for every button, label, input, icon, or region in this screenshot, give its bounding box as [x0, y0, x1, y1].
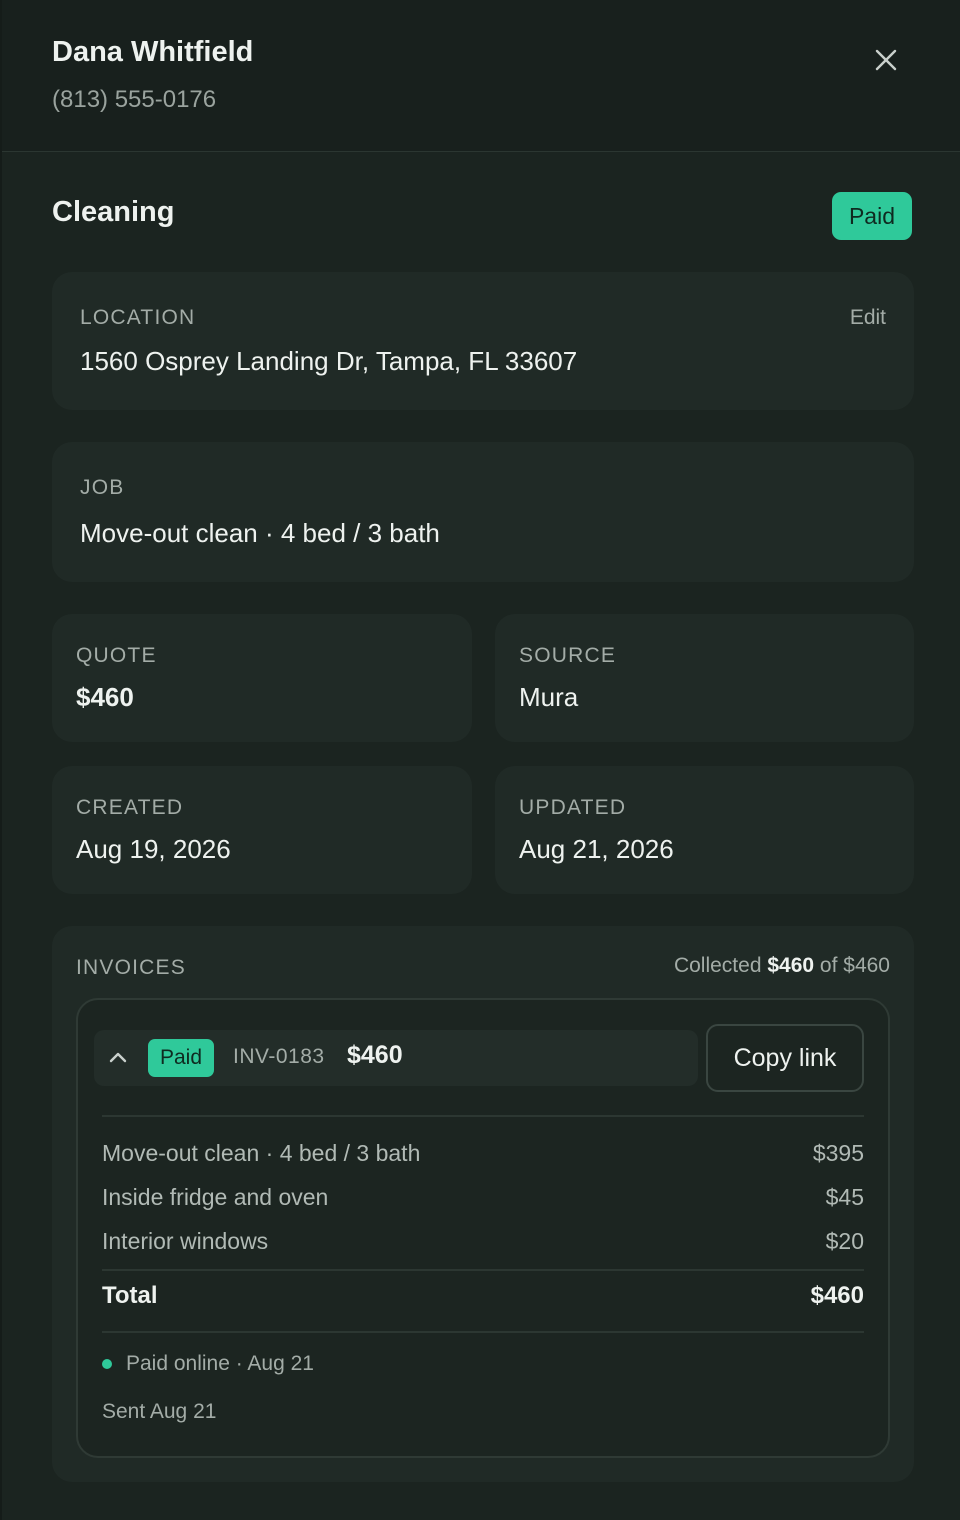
source-label: SOURCE [519, 644, 617, 667]
payment-status: Paid online · Aug 21 [102, 1352, 314, 1376]
updated-value: Aug 21, 2026 [519, 834, 674, 864]
source-value: Mura [519, 682, 579, 712]
total-amount: $460 [810, 1282, 864, 1309]
chevron-up-icon [109, 1052, 127, 1063]
divider [102, 1331, 864, 1333]
contact-phone[interactable]: (813) 555-0176 [52, 86, 216, 114]
collected-amount: $460 [767, 954, 815, 977]
collected-summary: Collected $460 of $460 [674, 954, 890, 978]
sent-date: Sent Aug 21 [102, 1400, 217, 1423]
line-item: Inside fridge and oven $45 [102, 1184, 864, 1216]
quote-label: QUOTE [76, 644, 157, 667]
location-card: LOCATION Edit 1560 Osprey Landing Dr, Ta… [52, 272, 914, 410]
invoice-number: INV-0183 [233, 1045, 325, 1068]
updated-label: UPDATED [519, 796, 627, 819]
close-icon [875, 49, 897, 71]
invoices-label: INVOICES [76, 956, 186, 979]
location-label: LOCATION [80, 306, 196, 329]
location-address: 1560 Osprey Landing Dr, Tampa, FL 33607 [80, 346, 578, 376]
quote-value: $460 [76, 682, 134, 712]
line-item-description: Interior windows [102, 1228, 269, 1254]
divider [102, 1269, 864, 1271]
created-card: CREATED Aug 19, 2026 [52, 766, 472, 894]
source-card: SOURCE Mura [495, 614, 914, 742]
line-item: Move-out clean · 4 bed / 3 bath $395 [102, 1140, 864, 1172]
invoices-card: INVOICES Collected $460 of $460 Paid INV… [52, 926, 914, 1482]
contact-header: Dana Whitfield (813) 555-0176 [2, 0, 960, 152]
created-value: Aug 19, 2026 [76, 834, 231, 864]
payment-status-text: Paid online · Aug 21 [126, 1352, 314, 1375]
invoice-total-row: Total $460 [102, 1282, 864, 1314]
quote-card: QUOTE $460 [52, 614, 472, 742]
job-title: Cleaning [52, 196, 175, 228]
invoice-status-badge: Paid [148, 1039, 215, 1077]
line-item-description: Move-out clean · 4 bed / 3 bath [102, 1140, 421, 1166]
job-label: JOB [80, 476, 125, 499]
job-card: JOB Move-out clean · 4 bed / 3 bath [52, 442, 914, 582]
status-dot-icon [102, 1359, 112, 1369]
invoice-item: Paid INV-0183 $460 Copy link Move-out cl… [76, 998, 890, 1458]
collected-total: of $460 [819, 954, 890, 977]
job-status-badge: Paid [831, 192, 912, 240]
line-item-description: Inside fridge and oven [102, 1184, 329, 1210]
divider [102, 1115, 864, 1117]
created-label: CREATED [76, 796, 184, 819]
line-item-amount: $20 [825, 1228, 864, 1254]
line-item-amount: $45 [825, 1184, 864, 1210]
line-item-amount: $395 [812, 1140, 864, 1166]
invoice-amount: $460 [347, 1041, 403, 1069]
total-label: Total [102, 1282, 158, 1309]
close-button[interactable] [870, 44, 902, 76]
updated-card: UPDATED Aug 21, 2026 [495, 766, 914, 894]
copy-link-button[interactable]: Copy link [706, 1024, 864, 1092]
collected-prefix: Collected [673, 954, 762, 977]
line-item: Interior windows $20 [102, 1228, 864, 1260]
contact-name: Dana Whitfield [52, 36, 254, 68]
invoice-toggle[interactable]: Paid INV-0183 $460 [94, 1030, 698, 1086]
edit-location-button[interactable]: Edit [850, 306, 886, 330]
job-detail-panel: Dana Whitfield (813) 555-0176 Cleaning P… [0, 0, 960, 1520]
job-description: Move-out clean · 4 bed / 3 bath [80, 518, 440, 548]
